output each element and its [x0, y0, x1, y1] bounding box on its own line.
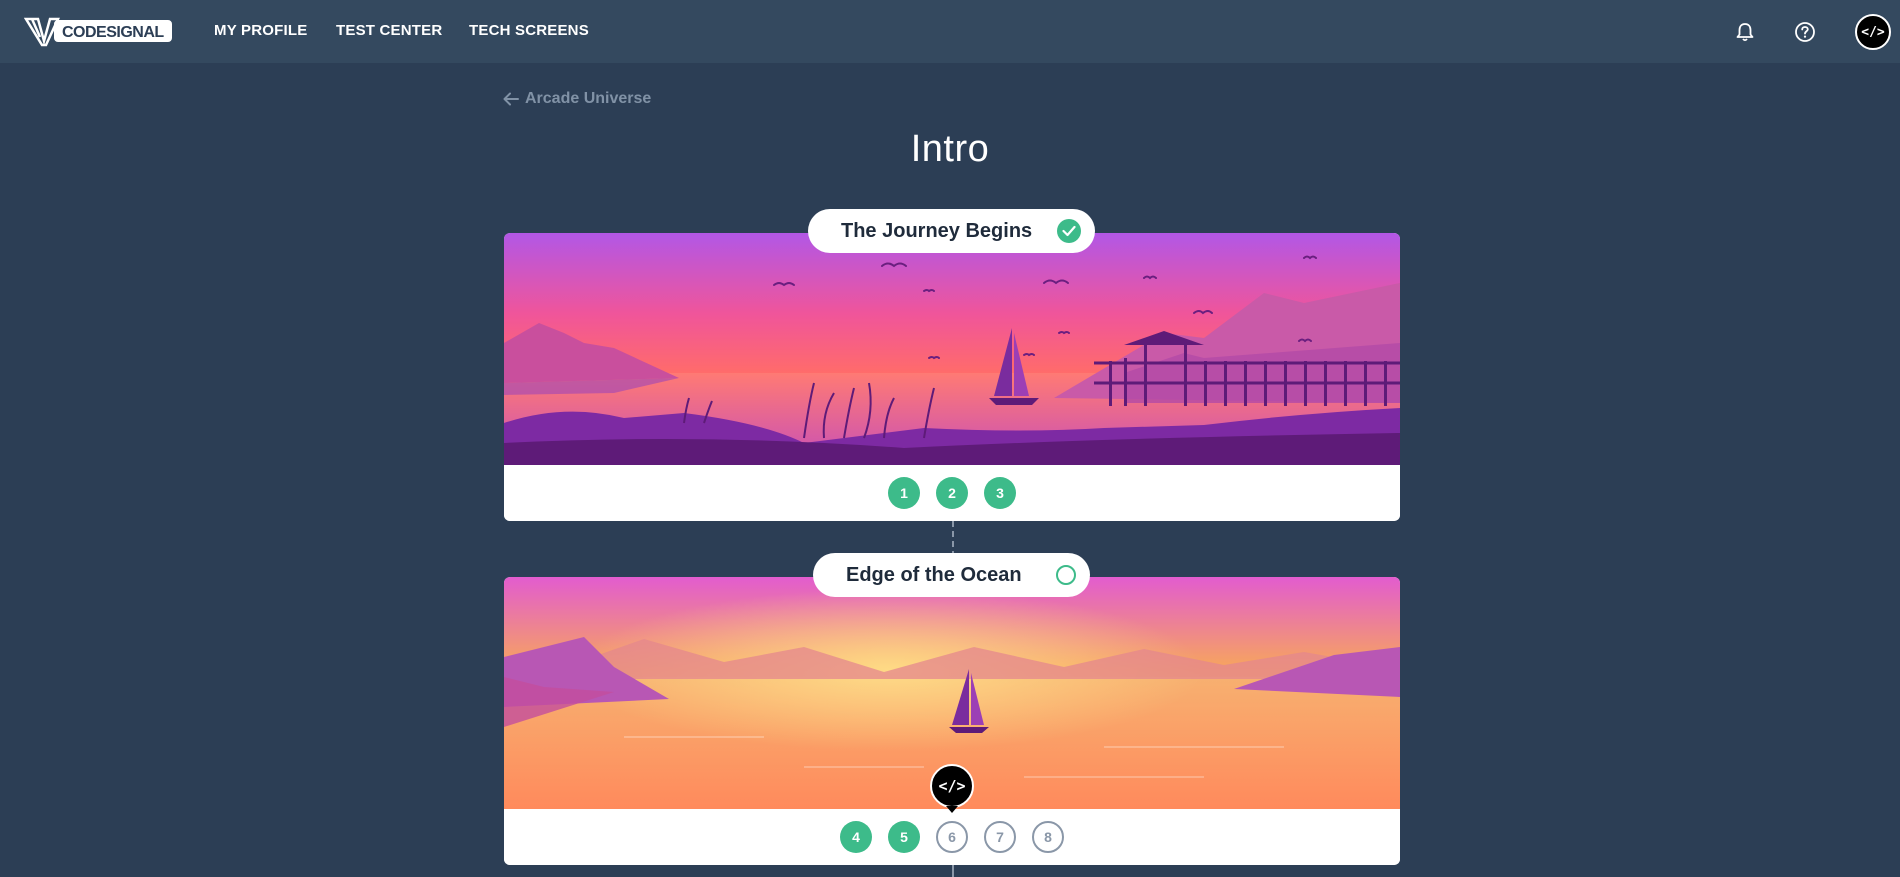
world-title-edge-of-the-ocean[interactable]: Edge of the Ocean	[813, 553, 1090, 597]
page-title: Intro	[910, 128, 990, 170]
world-connector-line	[952, 865, 954, 877]
world-card-edge-of-the-ocean: 4 5 6 7 8	[504, 577, 1400, 865]
level-4-completed[interactable]: 4	[840, 821, 872, 853]
world-title-text: Edge of the Ocean	[846, 563, 1022, 586]
check-circle-icon	[1057, 219, 1081, 243]
nav-my-profile[interactable]: MY PROFILE	[214, 22, 307, 39]
back-label: Arcade Universe	[525, 90, 652, 107]
level-8-locked[interactable]: 8	[1032, 821, 1064, 853]
help-icon[interactable]	[1792, 19, 1818, 45]
logo-text: CODESIGNAL	[54, 20, 172, 42]
world-banner-sunset-pier	[504, 233, 1400, 465]
world-card-journey-begins: 1 2 3	[504, 233, 1400, 521]
world-title-text: The Journey Begins	[841, 219, 1033, 242]
nav-tech-screens[interactable]: TECH SCREENS	[469, 22, 589, 39]
user-avatar[interactable]: </>	[1855, 14, 1891, 50]
level-1-completed[interactable]: 1	[888, 477, 920, 509]
world-title-journey-begins[interactable]: The Journey Begins	[808, 209, 1095, 253]
empty-circle-icon	[1056, 565, 1076, 585]
bell-icon[interactable]	[1732, 19, 1758, 45]
level-2-completed[interactable]: 2	[936, 477, 968, 509]
world-connector-line	[952, 521, 954, 557]
top-navigation-bar: CODESIGNAL MY PROFILE TEST CENTER TECH S…	[0, 0, 1900, 63]
current-level-marker: </>	[930, 764, 974, 808]
nav-test-center[interactable]: TEST CENTER	[336, 22, 442, 39]
level-list: 1 2 3	[504, 465, 1400, 521]
level-list: 4 5 6 7 8	[504, 809, 1400, 865]
codesignal-logo[interactable]: CODESIGNAL	[24, 14, 172, 48]
level-3-completed[interactable]: 3	[984, 477, 1016, 509]
marker-pointer	[946, 806, 958, 813]
level-7-locked[interactable]: 7	[984, 821, 1016, 853]
arrow-left-icon	[503, 92, 519, 106]
level-5-completed[interactable]: 5	[888, 821, 920, 853]
level-6-locked[interactable]: 6	[936, 821, 968, 853]
back-to-arcade-universe[interactable]: Arcade Universe	[503, 89, 651, 109]
